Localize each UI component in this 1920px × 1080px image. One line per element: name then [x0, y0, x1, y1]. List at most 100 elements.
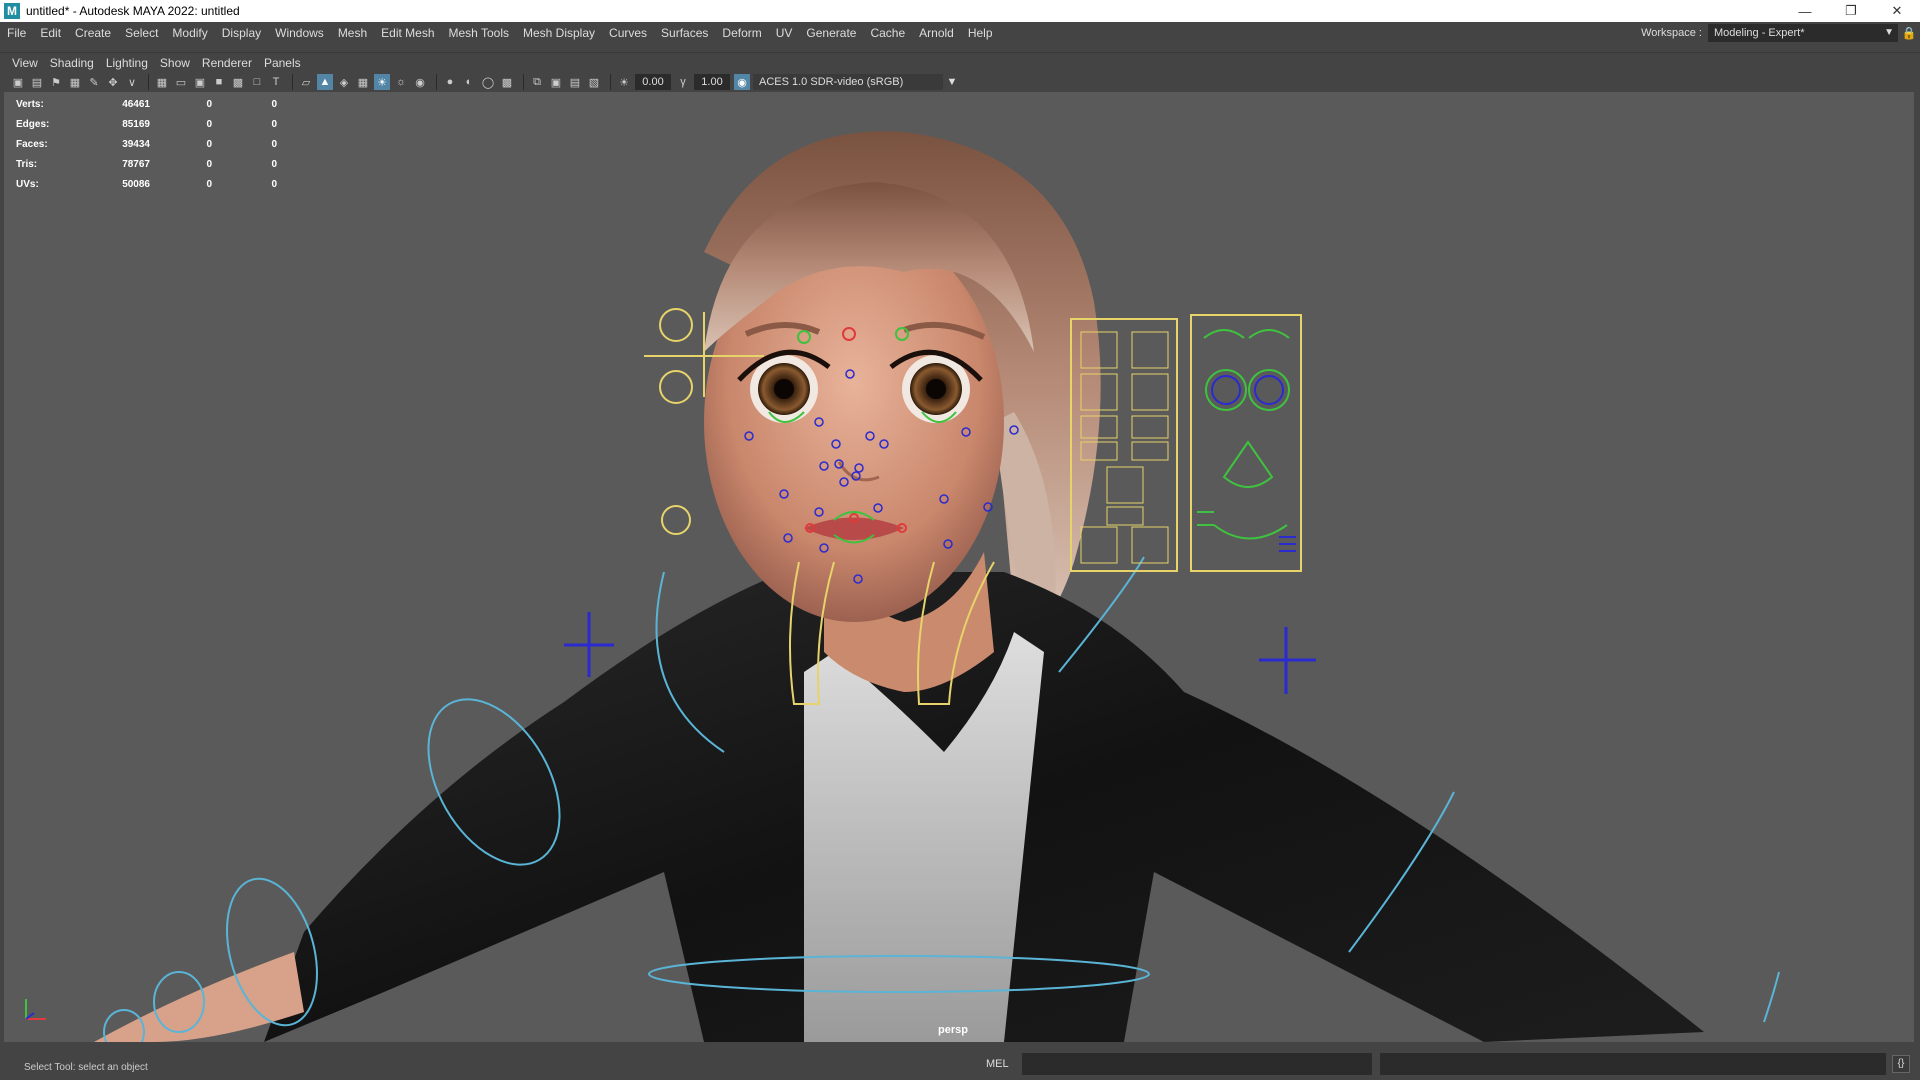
command-line: Select Tool: select an object MEL {} — [0, 1044, 1920, 1080]
menu-help[interactable]: Help — [961, 22, 1000, 44]
brush-icon[interactable]: ∨ — [124, 74, 140, 90]
color-management-icon[interactable]: ◉ — [734, 74, 750, 90]
mel-command-input[interactable] — [1022, 1053, 1372, 1075]
film-gate-icon[interactable]: ▭ — [173, 74, 189, 90]
pupil-right — [926, 379, 946, 399]
chevron-down-icon: ▼ — [946, 76, 958, 88]
menu-mesh[interactable]: Mesh — [331, 22, 374, 44]
menu-select[interactable]: Select — [118, 22, 165, 44]
hud-label: Faces: — [16, 138, 48, 150]
xray-icon[interactable]: ◉ — [412, 74, 428, 90]
textured-icon[interactable]: ▦ — [355, 74, 371, 90]
workspace-dropdown[interactable]: Modeling - Expert* ▼ — [1708, 24, 1898, 42]
minimize-icon[interactable]: — — [1782, 0, 1828, 22]
safe-title-icon[interactable]: T — [268, 74, 284, 90]
view-transform-dropdown[interactable]: ACES 1.0 SDR-video (sRGB) ▼ — [753, 74, 957, 90]
exposure-icon[interactable]: ☀ — [616, 74, 632, 90]
menu-uv[interactable]: UV — [769, 22, 800, 44]
menu-generate[interactable]: Generate — [799, 22, 863, 44]
field-chart-icon[interactable]: ▩ — [230, 74, 246, 90]
grid-icon[interactable]: ▦ — [154, 74, 170, 90]
hud-label: Verts: — [16, 98, 44, 110]
menu-display[interactable]: Display — [215, 22, 268, 44]
panel-menu-show[interactable]: Show — [154, 56, 196, 70]
view-axis-icon — [25, 999, 46, 1020]
camera-select-icon[interactable]: ▣ — [10, 74, 26, 90]
main-menu-bar: File Edit Create Select Modify Display W… — [0, 22, 1920, 44]
maya-icon: M — [4, 3, 20, 19]
hud-value: 0 — [206, 158, 212, 170]
image-plane-icon[interactable]: ▦ — [67, 74, 83, 90]
panel-toolbar: ▣ ▤ ⚑ ▦ ✎ ✥ ∨ ▦ ▭ ▣ ■ ▩ □ T ▱ ▲ ◈ ▦ ☀ ☼ … — [0, 72, 1920, 92]
hud-value: 78767 — [122, 158, 150, 170]
menu-arnold[interactable]: Arnold — [912, 22, 961, 44]
grease-pencil-icon[interactable]: ✎ — [86, 74, 102, 90]
bookmark-icon[interactable]: ⚑ — [48, 74, 64, 90]
hud-row-tris: Tris: 78767 0 0 — [16, 154, 277, 174]
restore-icon[interactable]: ❐ — [1828, 0, 1874, 22]
panel-menu-lighting[interactable]: Lighting — [100, 56, 154, 70]
wireframe-icon[interactable]: ▱ — [298, 74, 314, 90]
smooth-shade-icon[interactable]: ▲ — [317, 74, 333, 90]
toolbar-divider — [436, 74, 437, 90]
close-icon[interactable]: ✕ — [1874, 0, 1920, 22]
hud-value: 0 — [206, 178, 212, 190]
maya-window: M untitled* - Autodesk MAYA 2022: untitl… — [0, 0, 1920, 1080]
safe-action-icon[interactable]: □ — [249, 74, 265, 90]
gate-mask-icon[interactable]: ■ — [211, 74, 227, 90]
hud-label: Tris: — [16, 158, 38, 170]
toolbar-divider — [148, 74, 149, 90]
two-d-pan-icon[interactable]: ✥ — [105, 74, 121, 90]
hud-value: 0 — [271, 158, 277, 170]
menu-mesh-display[interactable]: Mesh Display — [516, 22, 602, 44]
menu-curves[interactable]: Curves — [602, 22, 654, 44]
hud-row-uvs: UVs: 50086 0 0 — [16, 174, 277, 194]
menu-windows[interactable]: Windows — [268, 22, 331, 44]
depth-of-field-icon[interactable]: ▩ — [499, 74, 515, 90]
exposure-field[interactable]: 0.00 — [635, 74, 671, 90]
resolution-gate-icon[interactable]: ▣ — [192, 74, 208, 90]
lighting-icon[interactable]: ☀ — [374, 74, 390, 90]
hud-value: 85169 — [122, 118, 150, 130]
xray-joints-icon[interactable]: ▣ — [548, 74, 564, 90]
menu-modify[interactable]: Modify — [165, 22, 214, 44]
script-editor-icon[interactable]: {} — [1892, 1055, 1910, 1073]
hud-row-faces: Faces: 39434 0 0 — [16, 134, 277, 154]
ambient-occlusion-icon[interactable]: ● — [442, 74, 458, 90]
panel-menu-renderer[interactable]: Renderer — [196, 56, 258, 70]
menu-edit[interactable]: Edit — [33, 22, 68, 44]
hud-value: 0 — [271, 178, 277, 190]
menu-create[interactable]: Create — [68, 22, 118, 44]
workspace-selector: Workspace : Modeling - Expert* ▼ 🔒 — [1641, 22, 1920, 44]
panel-menu-shading[interactable]: Shading — [44, 56, 100, 70]
workspace-value: Modeling - Expert* — [1714, 27, 1805, 39]
gamma-icon[interactable]: γ — [675, 74, 691, 90]
viewport-persp[interactable] — [4, 92, 1914, 1042]
motion-blur-icon[interactable]: ◐ — [461, 74, 477, 90]
menu-edit-mesh[interactable]: Edit Mesh — [374, 22, 441, 44]
menu-mesh-tools[interactable]: Mesh Tools — [442, 22, 516, 44]
camera-label: persp — [938, 1024, 968, 1036]
isolate-select-icon[interactable]: ⧉ — [529, 74, 545, 90]
menu-cache[interactable]: Cache — [863, 22, 912, 44]
wireframe-on-shaded-icon[interactable]: ◈ — [336, 74, 352, 90]
script-language-toggle[interactable]: MEL — [986, 1058, 1009, 1070]
command-result-field — [1380, 1053, 1886, 1075]
lock-icon[interactable]: 🔒 — [1898, 26, 1920, 40]
camera-attributes-icon[interactable]: ▤ — [29, 74, 45, 90]
xray-active-icon[interactable]: ▤ — [567, 74, 583, 90]
gamma-field[interactable]: 1.00 — [694, 74, 730, 90]
panel-menu-panels[interactable]: Panels — [258, 56, 307, 70]
shadows-icon[interactable]: ☼ — [393, 74, 409, 90]
hud-value: 46461 — [122, 98, 150, 110]
hud-value: 0 — [271, 118, 277, 130]
menu-surfaces[interactable]: Surfaces — [654, 22, 715, 44]
backface-culling-icon[interactable]: ▧ — [586, 74, 602, 90]
hud-value: 50086 — [122, 178, 150, 190]
menu-deform[interactable]: Deform — [715, 22, 768, 44]
anti-aliasing-icon[interactable]: ◯ — [480, 74, 496, 90]
panel-menu-view[interactable]: View — [6, 56, 44, 70]
window-controls: — ❐ ✕ — [1782, 0, 1920, 22]
menu-file[interactable]: File — [0, 22, 33, 44]
poly-count-hud: Verts: 46461 0 0 Edges: 85169 0 0 Faces:… — [16, 94, 277, 194]
